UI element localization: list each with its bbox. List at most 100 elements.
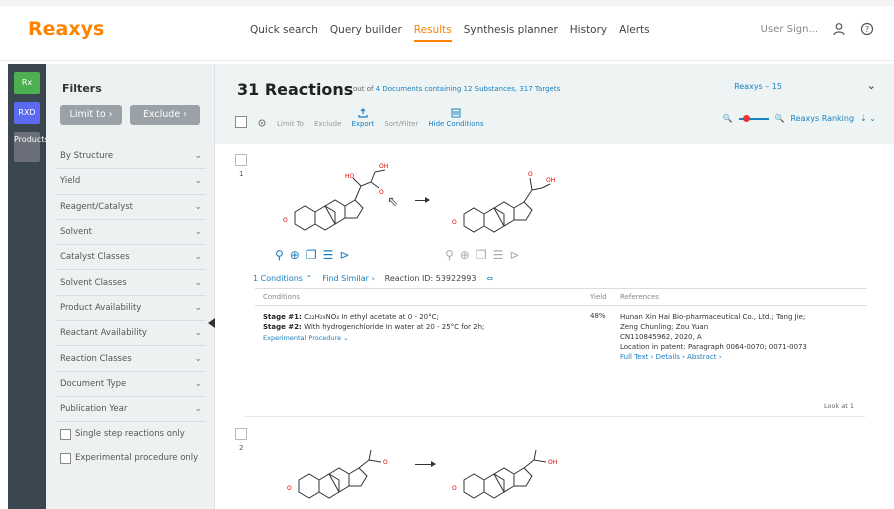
filter-reactant-availability[interactable]: Reactant Availability ⌄: [56, 321, 206, 347]
filter-document-type[interactable]: Document Type ⌄: [56, 372, 206, 397]
copy-id-icon[interactable]: ⇔: [486, 274, 493, 283]
zoom-in-icon[interactable]: 🔍: [775, 114, 785, 123]
more-icon[interactable]: ⊳: [509, 248, 519, 262]
col-yield: Yield: [590, 293, 607, 301]
product-structure[interactable]: O O OH: [450, 154, 560, 244]
chevron-down-icon: ⌄: [194, 277, 202, 288]
user-sign-in[interactable]: User Sign...: [761, 24, 818, 35]
export-icon: [358, 108, 368, 118]
filter-reaction-classes[interactable]: Reaction Classes ⌄: [56, 346, 206, 372]
find-similar-link[interactable]: Find Similar ›: [322, 274, 374, 283]
conditions-cell: Stage #1: C₂₂H₂₉NO₄ In ethyl acetate at …: [255, 312, 590, 362]
tool-exclude[interactable]: Exclude: [314, 120, 341, 128]
svg-text:O: O: [383, 459, 388, 466]
filter-reagent-catalyst[interactable]: Reagent/Catalyst ⌄: [56, 195, 206, 220]
zoom-icon[interactable]: ⊕: [290, 248, 300, 262]
nav-results[interactable]: Results: [413, 24, 452, 42]
user-icon[interactable]: [832, 22, 846, 36]
sort-direction-icon[interactable]: ⇣ ⌄: [860, 114, 876, 123]
checkbox-box[interactable]: [60, 428, 71, 440]
exclude-button[interactable]: Exclude ›: [130, 105, 200, 125]
link-icon[interactable]: ⚲: [445, 248, 454, 262]
conditions-table: Conditions Yield References Stage #1: C₂…: [255, 288, 867, 362]
references-cell: Hunan Xin Hai Bio-pharmaceutical Co., Lt…: [620, 312, 867, 362]
stage-2: Stage #2: With hydrogenchloride In water…: [263, 322, 590, 332]
tool-label: Sort/Filter: [384, 120, 419, 128]
nav-synthesis-planner[interactable]: Synthesis planner: [464, 24, 558, 42]
reaction-checkbox[interactable]: [235, 428, 247, 440]
tool-hide-conditions[interactable]: Hide Conditions: [428, 108, 484, 128]
conditions-row: Stage #1: C₂₂H₂₉NO₄ In ethyl acetate at …: [255, 306, 867, 362]
subtitle-links[interactable]: 4 Documents containing 12 Substances, 31…: [376, 85, 561, 93]
nav-query-builder[interactable]: Query builder: [330, 24, 402, 42]
link-icon[interactable]: ⚲: [275, 248, 284, 262]
collapse-sidebar-icon[interactable]: [208, 318, 215, 328]
filter-yield[interactable]: Yield ⌄: [56, 169, 206, 195]
cursor-icon: ⇖: [387, 194, 399, 210]
filter-catalyst-classes[interactable]: Catalyst Classes ⌄: [56, 245, 206, 271]
reaction-index: 2: [239, 444, 244, 452]
copy-icon[interactable]: ❐: [306, 248, 317, 262]
settings-icon[interactable]: [257, 118, 267, 128]
list-icon[interactable]: ☰: [493, 248, 504, 262]
results-toolbar-area: 31 Reactions out of 4 Documents containi…: [215, 64, 894, 144]
limit-to-label: Limit to: [69, 109, 106, 120]
sort-select[interactable]: Reaxys Ranking: [790, 114, 854, 123]
rail-rxd[interactable]: RXD: [14, 102, 40, 124]
select-all-checkbox[interactable]: [235, 116, 247, 128]
zoom-icon[interactable]: ⊕: [460, 248, 470, 262]
experimental-label: Experimental Procedure: [263, 334, 342, 342]
chevron-down-icon: ⌄: [194, 201, 202, 212]
experimental-procedure-checkbox[interactable]: Experimental procedure only: [56, 446, 206, 470]
chevron-down-icon[interactable]: ⌄: [867, 79, 876, 92]
filter-publication-year[interactable]: Publication Year ⌄: [56, 397, 206, 423]
look-at-link[interactable]: Look at 1: [824, 402, 854, 410]
checkbox-box[interactable]: [60, 452, 71, 464]
ref-links[interactable]: Full Text › Details › Abstract ›: [620, 352, 867, 362]
conditions-toggle[interactable]: 1 Conditions ⌃: [253, 274, 312, 283]
experimental-procedure-link[interactable]: Experimental Procedure ⌄: [263, 334, 590, 342]
stage-label: Stage #1:: [263, 313, 302, 321]
tool-limit-to[interactable]: Limit To: [277, 120, 304, 128]
chevron-down-icon: ⌄: [194, 404, 202, 415]
reactant-structure[interactable]: OO: [285, 434, 395, 504]
zoom-slider[interactable]: [738, 114, 769, 122]
list-icon[interactable]: ☰: [323, 248, 334, 262]
filter-solvent[interactable]: Solvent ⌄: [56, 220, 206, 246]
svg-text:HO: HO: [345, 173, 355, 180]
filter-product-availability[interactable]: Product Availability ⌄: [56, 296, 206, 322]
rail-reactions[interactable]: Rx: [14, 72, 40, 94]
tool-export[interactable]: Export: [351, 108, 374, 128]
nav-history[interactable]: History: [570, 24, 607, 42]
main-nav: Quick search Query builder Results Synth…: [250, 24, 650, 42]
stage-text: C₂₂H₂₉NO₄ In ethyl acetate at 0 - 20°C;: [304, 313, 439, 321]
filter-by-structure[interactable]: By Structure ⌄: [56, 144, 206, 170]
single-step-checkbox[interactable]: Single step reactions only: [56, 422, 206, 446]
reaxys-logo[interactable]: Reaxys: [28, 18, 104, 40]
limit-to-button[interactable]: Limit to ›: [60, 105, 122, 125]
results-right-label[interactable]: Reaxys – 15: [734, 82, 782, 91]
nav-alerts[interactable]: Alerts: [619, 24, 649, 42]
sort-area: 🔍 🔍 Reaxys Ranking ⇣ ⌄: [723, 114, 876, 123]
tool-sort-filter[interactable]: Sort/Filter: [384, 120, 418, 128]
reaction-checkbox[interactable]: [235, 154, 247, 166]
filter-solvent-classes[interactable]: Solvent Classes ⌄: [56, 270, 206, 296]
stage-label: Stage #2:: [263, 323, 302, 331]
header-right: User Sign... ?: [761, 22, 874, 36]
svg-text:O: O: [379, 189, 384, 196]
zoom-out-icon[interactable]: 🔍: [723, 114, 733, 123]
find-similar-label: Find Similar: [322, 274, 369, 283]
more-icon[interactable]: ⊳: [339, 248, 349, 262]
reactant-structure[interactable]: OHOOHO: [275, 152, 395, 242]
rail-products[interactable]: Products: [14, 132, 49, 162]
product-structure[interactable]: O OH: [450, 434, 560, 504]
copy-icon[interactable]: ❐: [476, 248, 487, 262]
tool-label: Exclude: [313, 120, 342, 128]
results-subtitle: out of 4 Documents containing 12 Substan…: [353, 85, 560, 93]
help-icon[interactable]: ?: [860, 22, 874, 36]
nav-quick-search[interactable]: Quick search: [250, 24, 318, 42]
ref-authors-2: Zeng Chunling; Zou Yuan: [620, 323, 709, 331]
yield-cell: 48%: [590, 312, 606, 320]
svg-text:OH: OH: [546, 177, 555, 184]
results-tools: Limit To Exclude Export Sort/Filter Hide…: [235, 108, 484, 128]
